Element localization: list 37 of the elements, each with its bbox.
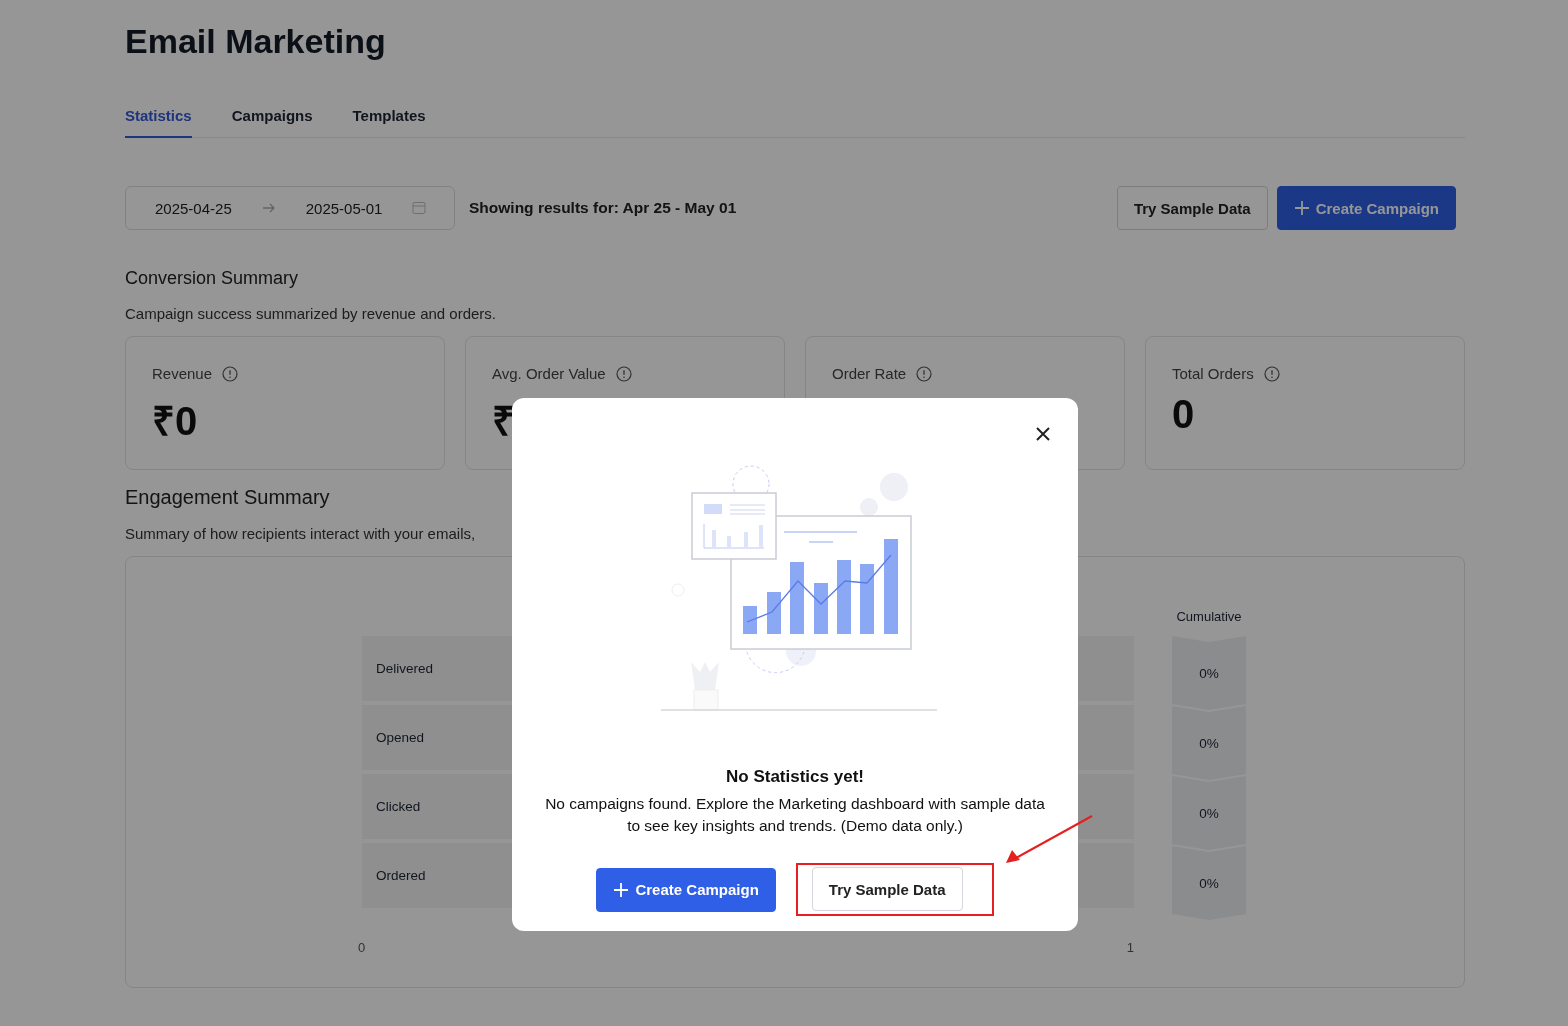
- plus-icon: [613, 881, 630, 898]
- cumulative-value: 0%: [1172, 636, 1246, 710]
- arrow-icon: [261, 202, 276, 214]
- info-icon: [222, 365, 239, 382]
- metric-value: ₹0: [152, 398, 199, 445]
- info-icon: [1263, 365, 1280, 382]
- info-icon: [916, 365, 933, 382]
- modal-button[interactable]: Try Sample Data: [811, 867, 963, 911]
- tab[interactable]: Campaigns: [231, 107, 313, 138]
- axis-label: 1: [1126, 940, 1134, 955]
- close-icon[interactable]: [1036, 427, 1050, 441]
- modal-button[interactable]: Create Campaign: [596, 867, 776, 912]
- toolbar-button[interactable]: Try Sample Data: [1116, 186, 1268, 230]
- section-title: Engagement Summary: [125, 486, 331, 509]
- results-text: Showing results for: Apr 25 - May 01: [469, 199, 737, 217]
- section-subtitle: Campaign success summarized by revenue and orders.: [125, 305, 497, 322]
- page-title: Email Marketing: [125, 22, 387, 61]
- toolbar-button[interactable]: Create Campaign: [1276, 186, 1456, 230]
- cumulative-value: 0%: [1172, 706, 1246, 780]
- modal-message: No campaigns found. Explore the Marketing dashboard with sample data to see key insights and trends. (Demo data only.): [544, 794, 1046, 836]
- metric-label: Order Rate: [832, 365, 907, 382]
- date-range-field[interactable]: 2025-04-25 2025-05-01: [125, 186, 455, 230]
- metric-label: Total Orders: [1172, 365, 1254, 382]
- metric-label: Revenue: [152, 365, 213, 382]
- metric-value: 0: [1172, 392, 1196, 437]
- cumulative-value: 0%: [1172, 776, 1246, 850]
- plus-icon: [1293, 200, 1310, 216]
- cumulative-title: Cumulative: [1176, 609, 1242, 626]
- info-icon: [615, 365, 632, 382]
- section-subtitle: Summary of how recipients interact with your emails,: [125, 525, 477, 542]
- metric-label: Avg. Order Value: [492, 365, 606, 382]
- cumulative-value: 0%: [1172, 846, 1246, 920]
- calendar-icon: [412, 201, 427, 215]
- tab[interactable]: Statistics: [125, 107, 192, 138]
- section-title: Conversion Summary: [125, 268, 300, 289]
- axis-label: 0: [358, 940, 366, 955]
- tab[interactable]: Templates: [352, 107, 426, 138]
